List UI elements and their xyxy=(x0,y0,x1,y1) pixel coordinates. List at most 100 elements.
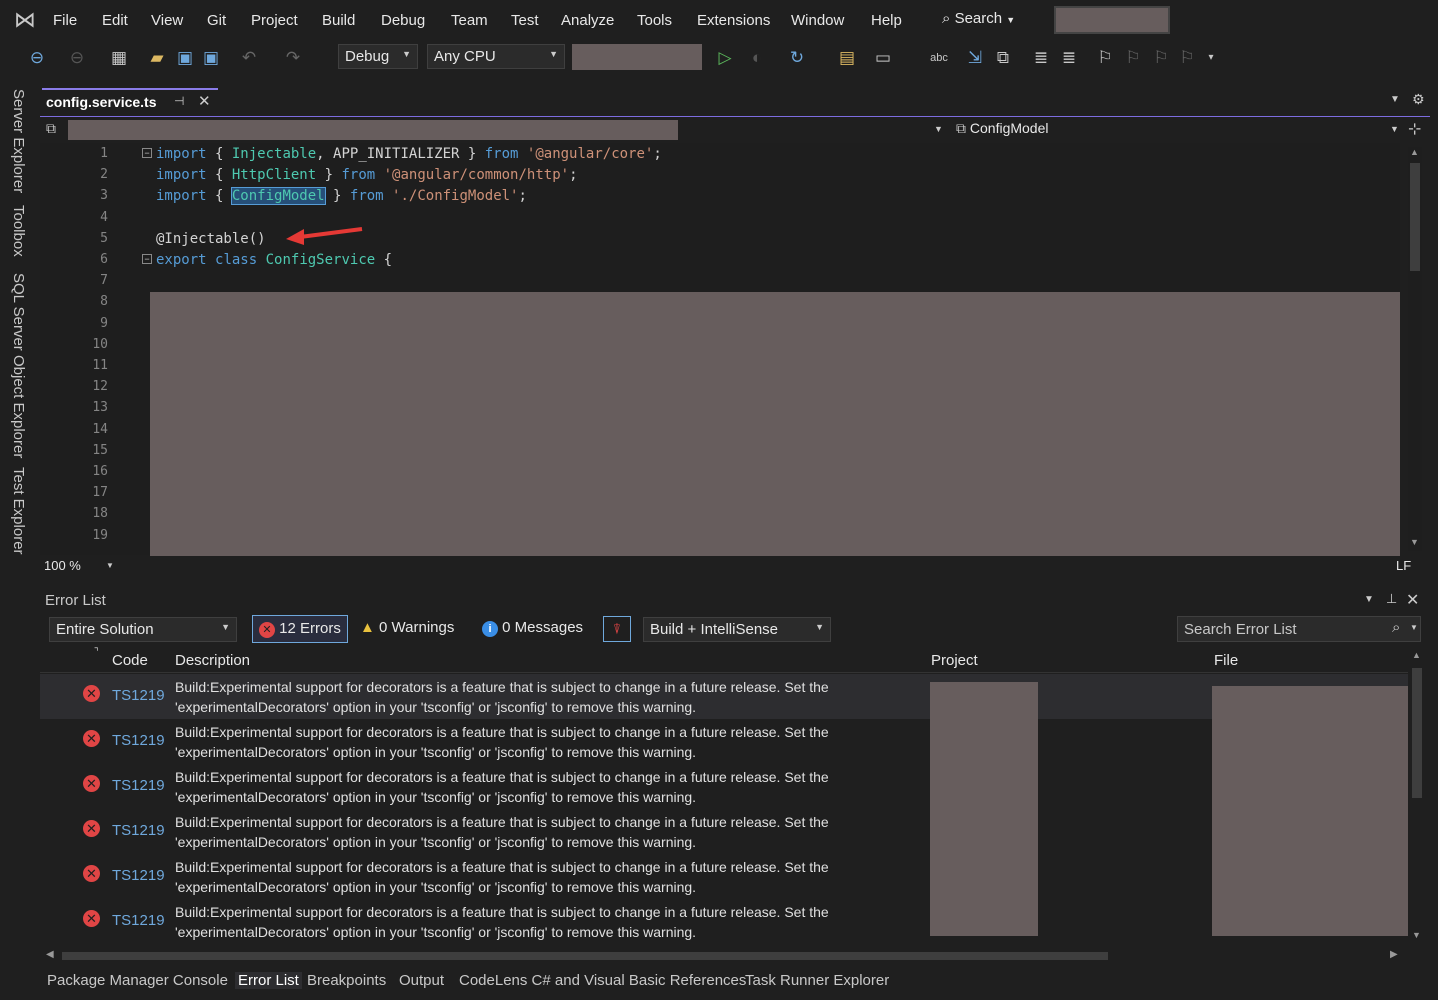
table-row[interactable]: ✕ TS1219 Build:Experimental support for de… xyxy=(40,809,926,854)
line-ending-indicator[interactable]: LF xyxy=(1396,558,1411,573)
code-line[interactable]: export class ConfigService { xyxy=(156,252,392,268)
menu-view[interactable]: View xyxy=(151,12,183,29)
step-icon[interactable]: ⇲ xyxy=(964,47,986,69)
outdent-icon[interactable]: ≣ xyxy=(1058,47,1080,69)
tab-toolbox[interactable]: Toolbox xyxy=(10,205,27,257)
bottom-tab-codelens-c-and-visual-basic-references[interactable]: CodeLens C# and Visual Basic References xyxy=(459,972,746,989)
code-line[interactable]: import { HttpClient } from '@angular/com… xyxy=(156,167,578,183)
tab-config-service[interactable]: config.service.ts ⊣ ✕ xyxy=(42,88,218,114)
tab-sql-server-object-explorer[interactable]: SQL Server Object Explorer xyxy=(10,273,27,458)
vertical-scrollbar[interactable]: ▲ ▼ xyxy=(1408,147,1422,551)
column-chooser-icon[interactable]: ⌝ xyxy=(94,647,99,658)
messages-filter-button[interactable]: i 0 Messages xyxy=(482,619,583,637)
bottom-tab-breakpoints[interactable]: Breakpoints xyxy=(307,972,386,989)
scroll-right-icon[interactable]: ▶ xyxy=(1390,949,1398,960)
scroll-left-icon[interactable]: ◀ xyxy=(46,949,54,960)
horizontal-scrollbar[interactable]: ◀ ▶ xyxy=(44,948,1408,964)
tab-server-explorer[interactable]: Server Explorer xyxy=(10,89,27,193)
new-item-icon[interactable]: ▦ xyxy=(108,47,130,69)
table-row[interactable]: ✕ TS1219 Build:Experimental support for de… xyxy=(40,899,926,944)
search-icon[interactable]: ⌕ xyxy=(1392,619,1400,636)
error-code-link[interactable]: TS1219 xyxy=(112,687,165,704)
bottom-tab-package-manager-console[interactable]: Package Manager Console xyxy=(47,972,228,989)
prev-bookmark-icon[interactable]: ⚐ xyxy=(1122,47,1144,69)
redo-icon[interactable]: ↷ xyxy=(282,47,304,69)
close-icon[interactable]: ✕ xyxy=(1406,590,1419,610)
zoom-dropdown[interactable]: 100 % ▼ xyxy=(44,558,116,576)
column-header-file[interactable]: File xyxy=(1214,652,1238,669)
chevron-down-icon[interactable]: ▼ xyxy=(934,124,943,134)
tab-test-explorer[interactable]: Test Explorer xyxy=(10,467,27,555)
menu-analyze[interactable]: Analyze xyxy=(561,12,614,29)
menu-test[interactable]: Test xyxy=(511,12,539,29)
code-line[interactable]: import { Injectable, APP_INITIALIZER } f… xyxy=(156,146,662,162)
filter-icon[interactable]: ⍒ xyxy=(603,616,631,642)
bookmark-icon[interactable]: ⚐ xyxy=(1094,47,1116,69)
scroll-up-icon[interactable]: ▲ xyxy=(1412,650,1421,660)
redacted-scope-dropdown[interactable] xyxy=(68,120,678,140)
redacted-startup-project[interactable] xyxy=(572,44,702,70)
error-code-link[interactable]: TS1219 xyxy=(112,912,165,929)
bottom-tab-output[interactable]: Output xyxy=(399,972,444,989)
menu-tools[interactable]: Tools xyxy=(637,12,672,29)
platform-dropdown[interactable]: Any CPU ▼ xyxy=(427,44,565,69)
search-button[interactable]: ⌕ Search ▼ xyxy=(942,10,1015,27)
code-editor[interactable]: 1 import { Injectable, APP_INITIALIZER } … xyxy=(40,143,1422,568)
menu-edit[interactable]: Edit xyxy=(102,12,128,29)
menu-project[interactable]: Project xyxy=(251,12,298,29)
vertical-scrollbar[interactable]: ▲ ▼ xyxy=(1410,650,1424,946)
errors-filter-button[interactable]: ✕ 12 Errors xyxy=(252,615,348,643)
menu-extensions[interactable]: Extensions xyxy=(697,12,770,29)
start-icon[interactable]: ▷ xyxy=(714,47,736,69)
menu-file[interactable]: File xyxy=(53,12,77,29)
tab-list-dropdown-icon[interactable]: ▼ xyxy=(1390,94,1400,105)
spell-check-icon[interactable]: abc xyxy=(928,47,950,69)
error-code-link[interactable]: TS1219 xyxy=(112,777,165,794)
undo-icon[interactable]: ↶ xyxy=(238,47,260,69)
indent-icon[interactable]: ≣ xyxy=(1030,47,1052,69)
menu-build[interactable]: Build xyxy=(322,12,355,29)
split-icon[interactable]: ⊹ xyxy=(1408,119,1421,139)
warnings-filter-button[interactable]: ▲ 0 Warnings xyxy=(360,619,454,636)
scrollbar-thumb[interactable] xyxy=(1410,163,1420,271)
member-dropdown[interactable]: ⧉ ConfigModel ▼ xyxy=(956,120,1399,140)
code-line[interactable]: import { ConfigModel } from './ConfigMod… xyxy=(156,187,527,206)
fold-marker-icon[interactable]: − xyxy=(142,254,152,264)
copy-icon[interactable]: ⧉ xyxy=(992,47,1014,69)
clear-bookmarks-icon[interactable]: ⚐ xyxy=(1176,47,1198,69)
solution-explorer-icon[interactable]: ▤ xyxy=(836,47,858,69)
save-icon[interactable]: ▣ xyxy=(174,47,196,69)
scroll-up-icon[interactable]: ▲ xyxy=(1410,147,1419,157)
menu-git[interactable]: Git xyxy=(207,12,226,29)
pin-icon[interactable]: ⊥ xyxy=(1386,591,1397,607)
menu-debug[interactable]: Debug xyxy=(381,12,425,29)
table-row[interactable]: ✕ TS1219 Build:Experimental support for de… xyxy=(40,854,926,899)
close-icon[interactable]: ✕ xyxy=(198,92,211,110)
column-header-description[interactable]: Description xyxy=(175,652,250,669)
save-all-icon[interactable]: ▣ xyxy=(200,47,222,69)
bottom-tab-task-runner-explorer[interactable]: Task Runner Explorer xyxy=(745,972,889,989)
back-icon[interactable]: ⊖ xyxy=(26,47,48,69)
bottom-tab-error-list[interactable]: Error List xyxy=(235,972,302,989)
scroll-down-icon[interactable]: ▼ xyxy=(1410,537,1419,547)
configuration-dropdown[interactable]: Debug ▼ xyxy=(338,44,418,69)
column-header-project[interactable]: Project xyxy=(931,652,978,669)
scroll-down-icon[interactable]: ▼ xyxy=(1412,930,1421,940)
error-code-link[interactable]: TS1219 xyxy=(112,732,165,749)
scrollbar-thumb[interactable] xyxy=(1412,668,1422,798)
panel-options-icon[interactable]: ▼ xyxy=(1364,594,1374,605)
refresh-icon[interactable]: ↻ xyxy=(786,47,808,69)
vs-logo-icon[interactable]: ⋈ xyxy=(14,8,40,32)
scrollbar-thumb[interactable] xyxy=(62,952,1108,960)
layout-icon[interactable]: ▭ xyxy=(872,47,894,69)
next-bookmark-icon[interactable]: ⚐ xyxy=(1150,47,1172,69)
column-header-code[interactable]: Code xyxy=(112,652,148,669)
gear-icon[interactable]: ⚙ xyxy=(1412,91,1425,108)
menu-help[interactable]: Help xyxy=(871,12,902,29)
source-dropdown[interactable]: Build + IntelliSense ▼ xyxy=(643,617,831,642)
pin-icon[interactable]: ⊣ xyxy=(174,94,184,108)
table-row[interactable]: ✕ TS1219 Build:Experimental support for de… xyxy=(40,719,926,764)
error-code-link[interactable]: TS1219 xyxy=(112,822,165,839)
error-code-link[interactable]: TS1219 xyxy=(112,867,165,884)
menu-window[interactable]: Window xyxy=(791,12,844,29)
